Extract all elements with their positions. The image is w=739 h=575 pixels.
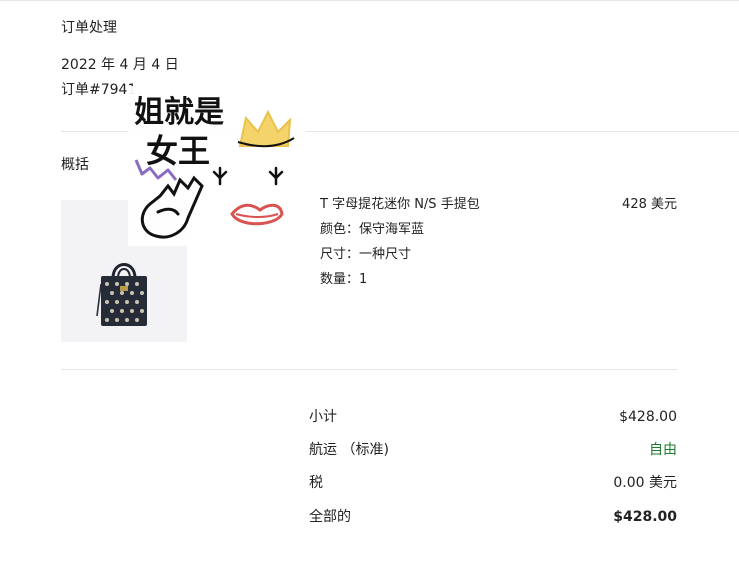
product-color: 颜色：保守海军蓝 (320, 222, 425, 237)
product-name[interactable]: T 字母提花迷你 N/S 手提包 (320, 196, 480, 214)
tax-value: 0.00 美元 (613, 475, 677, 491)
shipping-value: 自由 (649, 442, 677, 458)
subtotal-label: 小计 (309, 409, 337, 425)
sticker-text-line2: 女王 (146, 132, 210, 170)
product-quantity: 数量：1 (320, 272, 368, 287)
product-price: 428 美元 (622, 197, 677, 212)
tax-label: 税 (309, 475, 323, 491)
top-divider (0, 0, 739, 1)
order-number: 订单#7941 (61, 82, 137, 98)
total-label: 全部的 (309, 509, 351, 525)
sticker-overlay: 姐就是 女王 (128, 86, 306, 246)
lips-icon (230, 203, 284, 226)
subtotal-value: $428.00 (619, 409, 677, 425)
page-title: 订单处理 (61, 20, 117, 36)
totals-divider (61, 369, 677, 370)
summary-heading: 概括 (61, 157, 89, 173)
total-value: $428.00 (613, 509, 677, 525)
product-size: 尺寸：一种尺寸 (320, 247, 412, 262)
sticker-text-line1: 姐就是 (134, 95, 224, 130)
shipping-label: 航运 （标准) (309, 442, 389, 458)
order-date: 2022 年 4 月 4 日 (61, 57, 179, 73)
